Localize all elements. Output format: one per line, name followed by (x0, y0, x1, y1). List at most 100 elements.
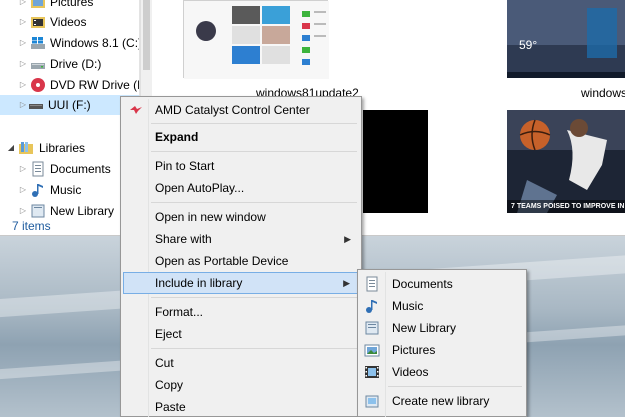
submenu-item-videos[interactable]: Videos (360, 361, 524, 383)
menu-label: Copy (155, 378, 184, 392)
menu-item-include-in-library[interactable]: Include in library ▶ (123, 272, 359, 294)
menu-label: Videos (392, 365, 429, 379)
file-thumbnail-windows81update2[interactable] (183, 0, 329, 79)
music-icon (32, 184, 43, 197)
windows-drive-icon (31, 37, 45, 49)
pictures-icon (364, 344, 380, 357)
menu-separator (388, 386, 522, 387)
menu-label: Expand (155, 130, 199, 144)
nav-item-music[interactable]: ▷ Music (0, 180, 139, 200)
submenu-item-create-new-library[interactable]: Create new library (360, 390, 524, 412)
scrollbar-thumb[interactable] (143, 0, 150, 70)
menu-label: Documents (392, 277, 453, 291)
menu-label: Eject (155, 327, 182, 341)
menu-label: Open in new window (155, 210, 266, 224)
menu-label: AMD Catalyst Control Center (155, 103, 310, 117)
new-library-icon (365, 395, 379, 408)
nav-item-libraries[interactable]: ◢ Libraries (0, 138, 139, 158)
expand-arrow-icon[interactable]: ▷ (18, 206, 28, 216)
expand-arrow-icon[interactable]: ▷ (18, 59, 28, 69)
news-headline: 7 TEAMS POISED TO IMPROVE IN (511, 203, 625, 210)
file-thumbnail-windows[interactable]: 59° (507, 0, 625, 78)
usb-drive-icon (29, 104, 43, 109)
menu-label: Paste (155, 400, 186, 414)
nav-label: Music (50, 183, 82, 197)
menu-label: Include in library (155, 276, 243, 290)
menu-label: Pictures (392, 343, 436, 357)
nav-item-dvd-drive[interactable]: ▷ DVD RW Drive (E: (0, 75, 140, 95)
context-menu: AMD Catalyst Control Center Expand Pin t… (120, 96, 362, 417)
menu-label: Pin to Start (155, 159, 215, 173)
file-thumbnail-basketball[interactable]: 7 TEAMS POISED TO IMPROVE IN (507, 110, 625, 213)
expand-arrow-icon[interactable]: ▷ (18, 100, 28, 110)
submenu-item-music[interactable]: Music (360, 295, 524, 317)
submenu-item-pictures[interactable]: Pictures (360, 339, 524, 361)
menu-separator (151, 151, 357, 152)
basketball-photo-image (507, 110, 625, 213)
libraries-icon (19, 142, 33, 154)
menu-item-open-autoplay[interactable]: Open AutoPlay... (123, 177, 359, 199)
menu-label: Cut (155, 356, 174, 370)
menu-label: Music (392, 299, 424, 313)
nav-label: Documents (50, 162, 111, 176)
nav-label: Drive (D:) (50, 57, 102, 71)
menu-label: Create new library (392, 394, 490, 408)
videos-icon (365, 366, 379, 378)
collapse-arrow-icon[interactable]: ◢ (6, 143, 16, 153)
nav-item-documents[interactable]: ▷ Documents (0, 159, 139, 179)
library-icon (31, 204, 45, 218)
menu-item-expand[interactable]: Expand (123, 126, 359, 148)
nav-label: DVD RW Drive (E: (50, 78, 140, 92)
menu-separator (151, 348, 357, 349)
expand-arrow-icon[interactable]: ▷ (18, 38, 28, 48)
nav-item-drive-c[interactable]: ▷ Windows 8.1 (C:) (0, 33, 140, 53)
weather-temperature: 59° (519, 38, 538, 52)
nav-label: New Library (50, 204, 115, 218)
documents-icon (32, 161, 44, 177)
nav-item-new-library[interactable]: ▷ New Library (0, 201, 139, 218)
menu-label: Share with (155, 232, 212, 246)
expand-arrow-icon[interactable]: ▷ (18, 17, 28, 27)
menu-label: Format... (155, 305, 204, 319)
nav-item-videos[interactable]: ▷ Videos (0, 12, 139, 32)
nav-label: Videos (50, 15, 87, 29)
nav-item-usb-drive[interactable]: ▷ UUI (F:) (0, 95, 139, 115)
expand-arrow-icon[interactable]: ▷ (18, 80, 28, 90)
file-thumbnail-black[interactable] (363, 110, 428, 213)
documents-icon (366, 276, 378, 292)
nav-label: Pictures (50, 0, 94, 9)
status-bar-item-count: 7 items (12, 219, 51, 233)
menu-item-amd-catalyst[interactable]: AMD Catalyst Control Center (123, 99, 359, 121)
videos-folder-icon (31, 17, 45, 28)
menu-item-copy[interactable]: Copy (123, 374, 359, 396)
nav-item-pictures[interactable]: ▷ Pictures (0, 0, 139, 12)
menu-item-pin-to-start[interactable]: Pin to Start (123, 155, 359, 177)
menu-item-eject[interactable]: Eject (123, 323, 359, 345)
submenu-arrow-icon: ▶ (343, 278, 350, 288)
menu-label: Open AutoPlay... (155, 181, 245, 195)
menu-separator (151, 202, 357, 203)
menu-item-paste[interactable]: Paste (123, 396, 359, 417)
expand-arrow-icon[interactable]: ▷ (18, 185, 28, 195)
include-in-library-submenu: Documents Music New Library Pictures Vid… (357, 269, 527, 417)
nav-label: Windows 8.1 (C:) (50, 36, 140, 50)
music-icon (366, 300, 377, 313)
menu-item-cut[interactable]: Cut (123, 352, 359, 374)
submenu-arrow-icon: ▶ (344, 234, 351, 244)
start-screen-preview-image (184, 1, 329, 79)
nav-item-drive-d[interactable]: ▷ Drive (D:) (0, 54, 139, 74)
dvd-drive-icon (31, 78, 45, 92)
menu-label: New Library (392, 321, 457, 335)
menu-item-share-with[interactable]: Share with ▶ (123, 228, 359, 250)
submenu-item-new-library[interactable]: New Library (360, 317, 524, 339)
navigation-pane: ▷ Pictures ▷ Videos ▷ Windows 8.1 (C:) ▷… (0, 0, 140, 218)
expand-arrow-icon[interactable]: ▷ (18, 164, 28, 174)
expand-arrow-icon[interactable]: ▷ (18, 0, 28, 7)
submenu-item-documents[interactable]: Documents (360, 273, 524, 295)
nav-label: Libraries (39, 141, 86, 155)
library-icon (365, 321, 379, 335)
nav-label: UUI (F:) (48, 98, 91, 112)
menu-item-open-portable-device[interactable]: Open as Portable Device (123, 250, 359, 272)
menu-item-format[interactable]: Format... (123, 301, 359, 323)
menu-item-open-new-window[interactable]: Open in new window (123, 206, 359, 228)
